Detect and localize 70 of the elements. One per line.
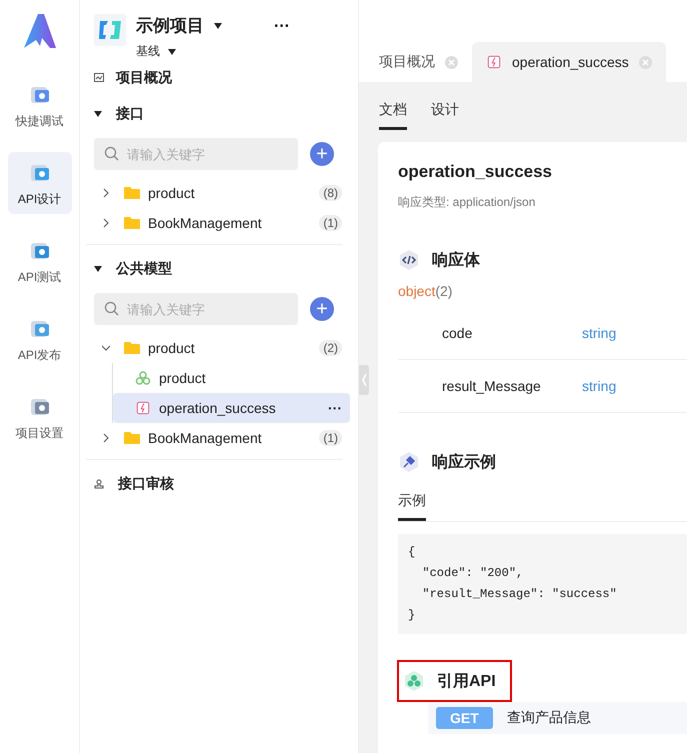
- search-icon: [104, 301, 119, 316]
- tab[interactable]: 示例: [398, 491, 426, 521]
- section-title: 引用API: [437, 672, 496, 692]
- model-icon: [135, 371, 151, 385]
- field-name: code: [442, 325, 474, 341]
- field-type: string: [582, 325, 616, 341]
- api-row[interactable]: GET 查询产品信息: [428, 702, 687, 734]
- caret-icon[interactable]: [94, 266, 102, 272]
- code-block: { "code": "200", "result_Message": "success" }: [398, 534, 687, 634]
- branch-name[interactable]: 基线: [136, 43, 160, 60]
- tab[interactable]: operation_success: [472, 42, 666, 82]
- tree-item[interactable]: product (8): [94, 178, 350, 208]
- chevron-icon[interactable]: [102, 433, 110, 443]
- tree-item[interactable]: BookManagement (1): [94, 208, 350, 238]
- field-name: result_Message: [442, 378, 542, 394]
- project-logo: [94, 14, 126, 46]
- tree-item[interactable]: product: [113, 363, 350, 393]
- tab[interactable]: 设计: [431, 100, 459, 130]
- more-button[interactable]: ···: [268, 16, 296, 36]
- nav-item[interactable]: API设计: [8, 152, 72, 214]
- caret-icon[interactable]: [168, 48, 176, 54]
- nav-item[interactable]: 快捷调试: [8, 74, 72, 136]
- tab[interactable]: 文档: [379, 100, 407, 130]
- method-badge: GET: [436, 707, 493, 729]
- search-icon: [104, 146, 119, 161]
- api-name: 查询产品信息: [506, 709, 591, 727]
- folder-icon: [124, 186, 140, 200]
- add-button[interactable]: +: [310, 297, 334, 321]
- response-title: operation_success: [398, 162, 554, 182]
- project-name[interactable]: 示例项目: [136, 14, 204, 37]
- count-badge: (8): [319, 185, 342, 201]
- nav-item[interactable]: API测试: [8, 230, 72, 292]
- logo: [22, 12, 58, 50]
- bolt-file-icon: [135, 401, 151, 415]
- nav-item[interactable]: 项目设置: [8, 386, 72, 448]
- cluster-icon: [403, 670, 425, 692]
- chevron-icon[interactable]: [102, 218, 110, 228]
- overview-link[interactable]: 项目概况: [94, 66, 350, 90]
- chart-icon: [94, 73, 104, 83]
- section-title: 响应示例: [432, 452, 496, 472]
- content-type: 响应类型: application/json: [398, 194, 536, 211]
- section-title: 响应体: [432, 250, 480, 270]
- collapse-handle[interactable]: [359, 365, 369, 395]
- nav-item[interactable]: API发布: [8, 308, 72, 370]
- type-label: object: [398, 283, 436, 299]
- chevron-icon[interactable]: [102, 343, 110, 353]
- bolt-file-icon: [486, 55, 502, 69]
- search-field[interactable]: 请输入关键字: [94, 138, 298, 170]
- add-button[interactable]: +: [310, 142, 334, 166]
- caret-icon[interactable]: [214, 22, 222, 28]
- field-type: string: [582, 378, 616, 394]
- field-count: (2): [435, 283, 452, 299]
- tree-item[interactable]: BookManagement (1): [94, 423, 350, 453]
- tree-item[interactable]: operation_success ···: [113, 393, 350, 423]
- count-badge: (1): [319, 215, 342, 231]
- folder-icon: [124, 431, 140, 445]
- chevron-icon[interactable]: [102, 188, 110, 198]
- caret-icon[interactable]: [94, 111, 102, 117]
- code-icon: [398, 249, 420, 271]
- search-field[interactable]: 请输入关键字: [94, 293, 298, 325]
- section-header[interactable]: 公共模型: [94, 257, 350, 281]
- folder-icon: [124, 341, 140, 355]
- count-badge: (1): [319, 430, 342, 446]
- count-badge: (2): [319, 340, 342, 356]
- stamp-icon: [94, 479, 104, 489]
- review-link[interactable]: 接口审核: [94, 472, 350, 496]
- tree-item[interactable]: product (2): [94, 333, 350, 363]
- more-button[interactable]: ···: [328, 400, 342, 416]
- folder-icon: [124, 216, 140, 230]
- section-header[interactable]: 接口: [94, 102, 350, 126]
